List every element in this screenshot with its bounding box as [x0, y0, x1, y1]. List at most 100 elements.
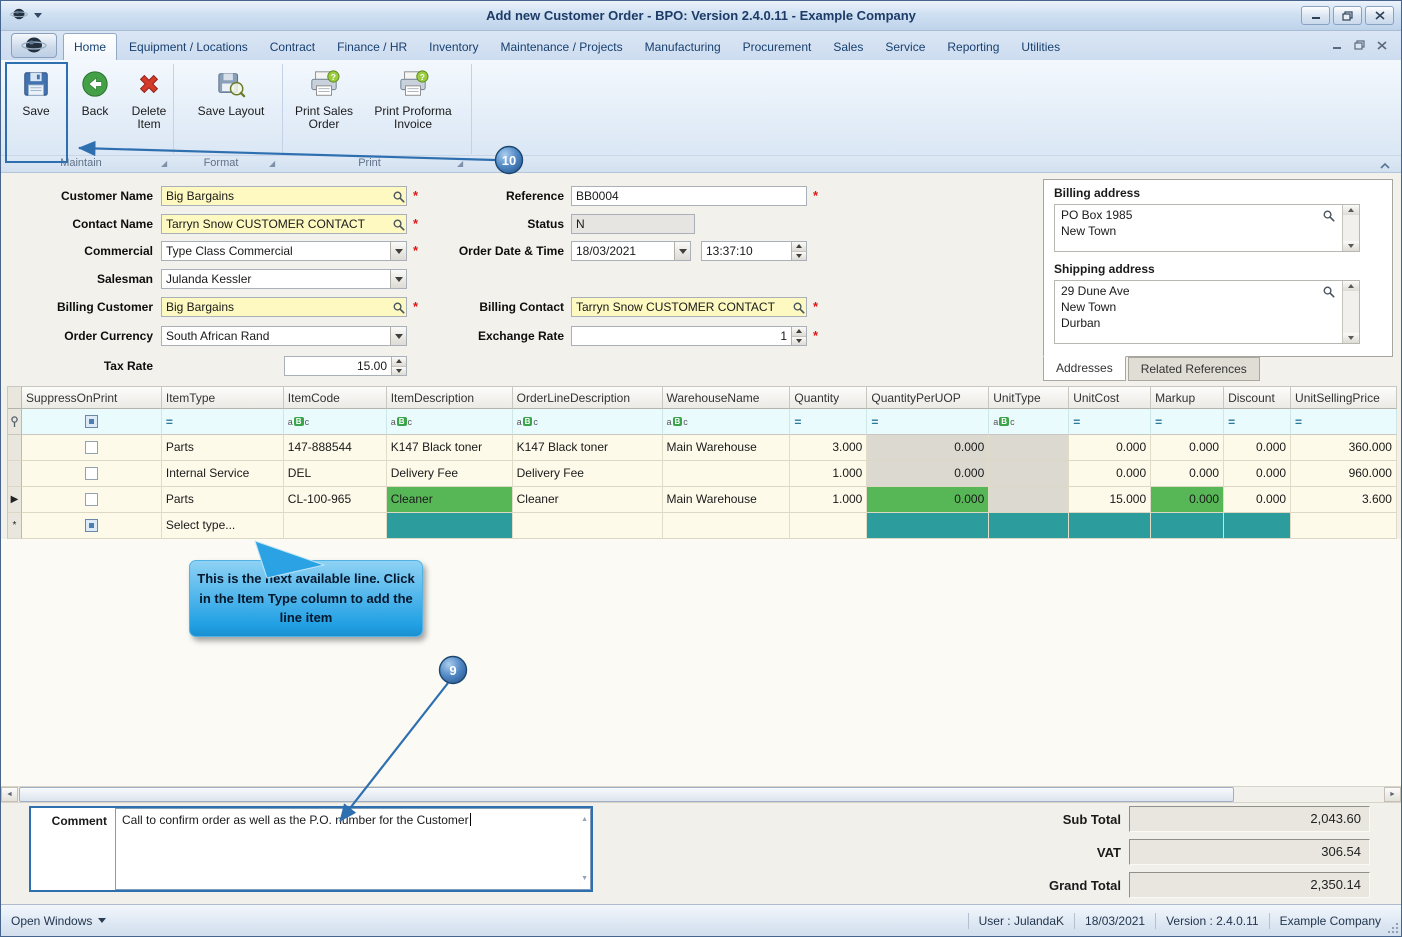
cell-unitsellingprice[interactable] [1291, 513, 1397, 539]
cell-suppressonprint[interactable] [22, 461, 162, 487]
scroll-down-icon[interactable] [1343, 241, 1359, 251]
billing-customer-input[interactable]: Big Bargains [161, 297, 407, 317]
spin-up-icon[interactable] [792, 242, 806, 252]
scrollbar-track[interactable] [1235, 787, 1384, 802]
spin-up-icon[interactable] [392, 357, 406, 367]
cell-quantityperuop[interactable]: 0.000 [867, 487, 989, 513]
search-icon[interactable] [390, 298, 406, 316]
spin-down-icon[interactable] [392, 367, 406, 376]
dialog-launcher-icon[interactable]: ◢ [269, 159, 275, 168]
tab-procurement[interactable]: Procurement [733, 34, 822, 60]
cell-discount[interactable]: 0.000 [1224, 435, 1291, 461]
mdi-minimize-icon[interactable] [1332, 39, 1342, 53]
chevron-down-icon[interactable] [390, 270, 406, 288]
cell-suppressonprint[interactable] [22, 435, 162, 461]
tab-inventory[interactable]: Inventory [419, 34, 488, 60]
cell-itemdescription[interactable]: K147 Black toner [387, 435, 513, 461]
tab-reporting[interactable]: Reporting [937, 34, 1009, 60]
maximize-button[interactable] [1333, 6, 1362, 25]
cell-orderlinedescription[interactable] [513, 513, 663, 539]
dialog-launcher-icon[interactable]: ◢ [161, 159, 167, 168]
spin-up-icon[interactable] [792, 327, 806, 337]
cell-unitcost[interactable] [1069, 513, 1151, 539]
search-icon[interactable] [790, 298, 806, 316]
cell-quantity[interactable] [790, 513, 867, 539]
collapse-ribbon-icon[interactable] [1379, 159, 1391, 173]
cell-unitsellingprice[interactable]: 3.600 [1291, 487, 1397, 513]
filter-orderlinedescription[interactable]: aBc [513, 409, 663, 435]
cell-unittype[interactable] [989, 513, 1069, 539]
cell-warehousename[interactable]: Main Warehouse [663, 487, 791, 513]
cell-quantity[interactable]: 1.000 [790, 461, 867, 487]
print-proforma-invoice-button[interactable]: ? Print Proforma Invoice [367, 65, 459, 157]
search-icon[interactable] [1322, 209, 1335, 225]
delete-item-button[interactable]: Delete Item [121, 65, 177, 157]
scroll-up-icon[interactable] [1343, 281, 1359, 291]
scroll-down-icon[interactable] [1343, 333, 1359, 343]
cell-itemdescription[interactable]: Delivery Fee [387, 461, 513, 487]
cell-unitcost[interactable]: 0.000 [1069, 461, 1151, 487]
cell-unittype[interactable] [989, 487, 1069, 513]
filter-unittype[interactable]: aBc [989, 409, 1069, 435]
suppress-on-print-checkbox[interactable] [85, 467, 98, 480]
tab-related-references[interactable]: Related References [1128, 357, 1260, 381]
cell-itemcode[interactable]: 147-888544 [284, 435, 387, 461]
table-row-1[interactable]: Parts147-888544K147 Black tonerK147 Blac… [8, 435, 1397, 461]
app-menu-button[interactable] [11, 33, 57, 58]
cell-quantityperuop[interactable]: 0.000 [867, 435, 989, 461]
column-header-discount[interactable]: Discount [1224, 386, 1291, 409]
search-icon[interactable] [390, 215, 406, 233]
scrollbar-thumb[interactable] [19, 787, 1234, 802]
filter-warehousename[interactable]: aBc [663, 409, 791, 435]
filter-unitsellingprice[interactable]: = [1291, 409, 1397, 435]
tax-rate-spinner[interactable]: 15.00 [284, 356, 407, 376]
spinner-arrows[interactable] [391, 357, 406, 375]
cell-discount[interactable] [1224, 513, 1291, 539]
cell-markup[interactable]: 0.000 [1151, 435, 1224, 461]
column-header-markup[interactable]: Markup [1151, 386, 1224, 409]
cell-warehousename[interactable]: Main Warehouse [663, 435, 791, 461]
suppress-on-print-checkbox[interactable] [85, 493, 98, 506]
cell-unittype[interactable] [989, 435, 1069, 461]
chevron-down-icon[interactable] [674, 242, 690, 260]
cell-orderlinedescription[interactable]: K147 Black toner [513, 435, 663, 461]
table-row-3[interactable]: ▶PartsCL-100-965CleanerCleanerMain Wareh… [8, 487, 1397, 513]
filter-discount[interactable]: = [1224, 409, 1291, 435]
scroll-up-icon[interactable] [1343, 205, 1359, 215]
column-header-unitsellingprice[interactable]: UnitSellingPrice [1291, 386, 1397, 409]
tab-home[interactable]: Home [63, 33, 117, 60]
quick-access-caret-icon[interactable] [34, 13, 42, 22]
cell-itemdescription[interactable]: Cleaner [387, 487, 513, 513]
cell-orderlinedescription[interactable]: Delivery Fee [513, 461, 663, 487]
cell-markup[interactable] [1151, 513, 1224, 539]
scroll-down-icon[interactable]: ▼ [581, 871, 588, 886]
cell-quantityperuop[interactable] [867, 513, 989, 539]
column-header-itemtype[interactable]: ItemType [162, 386, 284, 409]
reference-input[interactable]: BB0004 [571, 186, 807, 206]
tab-utilities[interactable]: Utilities [1011, 34, 1070, 60]
search-icon[interactable] [390, 187, 406, 205]
column-header-unitcost[interactable]: UnitCost [1069, 386, 1151, 409]
cell-warehousename[interactable] [663, 461, 791, 487]
chevron-down-icon[interactable] [390, 242, 406, 260]
spinner-arrows[interactable] [791, 242, 806, 260]
cell-discount[interactable]: 0.000 [1224, 487, 1291, 513]
cell-quantity[interactable]: 3.000 [790, 435, 867, 461]
cell-itemtype[interactable]: Parts [162, 435, 284, 461]
exchange-rate-spinner[interactable]: 1 [571, 326, 807, 346]
search-icon[interactable] [1322, 285, 1335, 301]
cell-markup[interactable]: 0.000 [1151, 487, 1224, 513]
filter-quantity[interactable]: = [790, 409, 867, 435]
column-header-unittype[interactable]: UnitType [989, 386, 1069, 409]
save-button[interactable]: Save [7, 65, 65, 157]
cell-warehousename[interactable] [663, 513, 791, 539]
cell-suppressonprint[interactable] [22, 513, 162, 539]
tab-maintenance-projects[interactable]: Maintenance / Projects [491, 34, 633, 60]
column-header-itemdescription[interactable]: ItemDescription [387, 386, 513, 409]
cell-quantityperuop[interactable]: 0.000 [867, 461, 989, 487]
mdi-restore-icon[interactable] [1354, 39, 1365, 53]
chevron-down-icon[interactable] [390, 327, 406, 345]
cell-itemtype[interactable]: Parts [162, 487, 284, 513]
close-button[interactable] [1365, 6, 1394, 25]
scroll-left-icon[interactable]: ◄ [1, 787, 18, 802]
